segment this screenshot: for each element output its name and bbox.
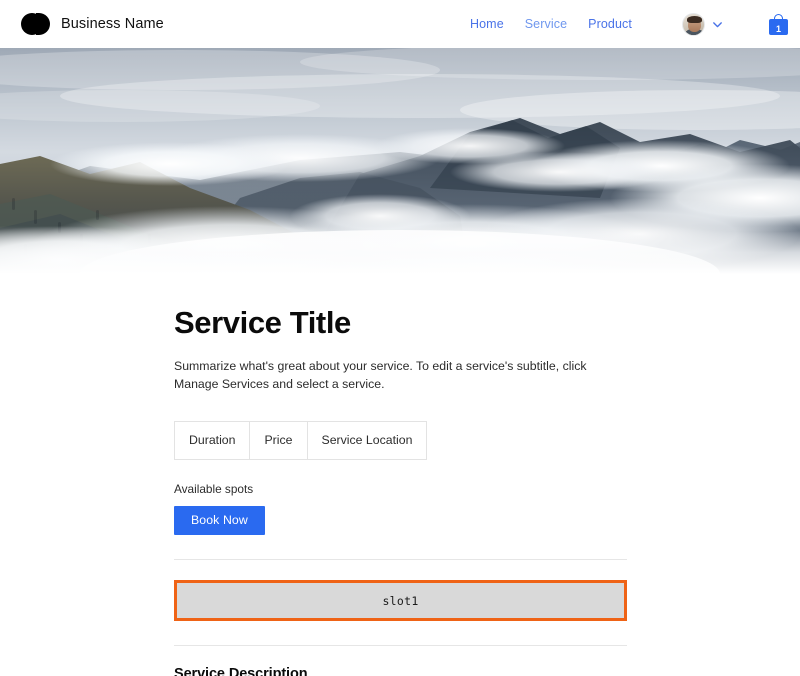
- service-info-row: Duration Price Service Location: [174, 421, 428, 460]
- nav-link-home[interactable]: Home: [470, 17, 504, 31]
- shopping-bag-icon: 1: [769, 13, 788, 35]
- service-content-column: Service Title Summarize what's great abo…: [174, 274, 627, 676]
- page-root: Business Name Home Service Product 1 Ser…: [0, 0, 800, 676]
- info-cell-service-location: Service Location: [321, 433, 413, 448]
- site-header: Business Name Home Service Product 1: [0, 0, 800, 48]
- user-avatar[interactable]: [682, 12, 705, 36]
- nav-link-product[interactable]: Product: [588, 17, 632, 31]
- hero-mountain-illustration: [0, 48, 800, 274]
- hero-image: [0, 48, 800, 274]
- two-circles-logo-icon: [21, 13, 50, 35]
- page-title: Service Title: [174, 305, 351, 340]
- slot-label: slot1: [382, 593, 419, 608]
- slot-highlight-box[interactable]: slot1: [174, 580, 627, 622]
- available-spots-label: Available spots: [174, 481, 254, 496]
- book-now-button[interactable]: Book Now: [174, 505, 265, 536]
- primary-nav: Home Service Product: [470, 0, 632, 48]
- chevron-down-icon[interactable]: [711, 18, 724, 31]
- cart-button[interactable]: 1: [769, 0, 788, 48]
- service-subtitle: Summarize what's great about your servic…: [174, 358, 587, 392]
- info-cell-price: Price: [250, 422, 308, 459]
- brand[interactable]: Business Name: [21, 13, 164, 35]
- brand-name: Business Name: [61, 16, 164, 32]
- service-description-title: Service Description: [174, 666, 308, 676]
- cart-count-badge: 1: [775, 23, 781, 34]
- account-menu[interactable]: [682, 0, 724, 48]
- info-cell-duration: Duration: [175, 422, 251, 459]
- divider-top: [174, 559, 627, 561]
- nav-link-service[interactable]: Service: [525, 17, 567, 31]
- main-content: Service Title Summarize what's great abo…: [0, 274, 800, 676]
